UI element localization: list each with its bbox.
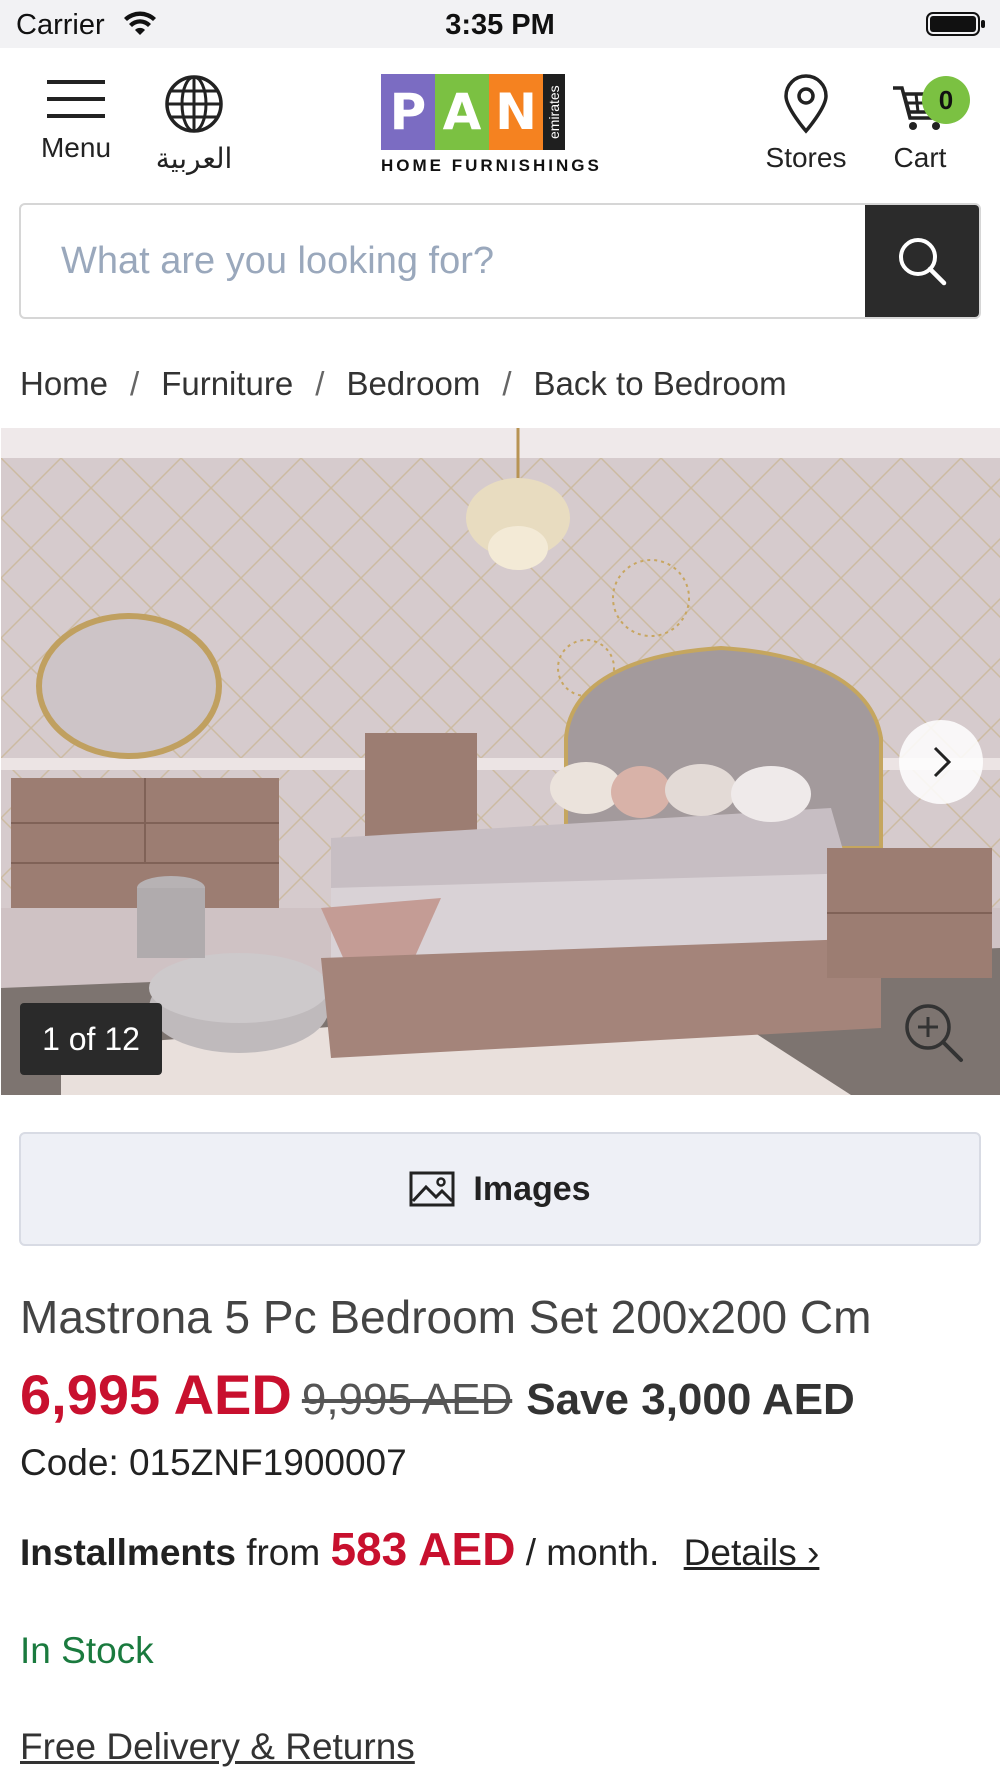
next-image-button[interactable] — [899, 720, 983, 804]
installment-amount: 583 AED — [330, 1523, 516, 1575]
product-photo-bedroom-set — [1, 428, 1000, 1095]
stock-status: In Stock — [20, 1630, 154, 1671]
logo-letter-p: P — [381, 74, 435, 150]
search-bar — [19, 203, 981, 319]
zoom-in-icon[interactable] — [901, 1000, 967, 1066]
logo-tagline: HOME FURNISHINGS — [381, 156, 602, 175]
installments-details-link[interactable]: Details › — [684, 1532, 820, 1573]
installments-row: Installments from 583 AED / month. Detai… — [20, 1522, 819, 1576]
logo-letter-a: A — [435, 74, 489, 150]
image-counter: 1 of 12 — [20, 1003, 162, 1075]
installments-per-month: / month. — [525, 1532, 660, 1573]
menu-button[interactable]: Menu — [30, 74, 122, 164]
breadcrumb-separator: / — [130, 365, 140, 402]
images-button-label: Images — [473, 1169, 591, 1208]
logo-blocks: P A N emirates — [381, 74, 621, 150]
language-label: العربية — [155, 143, 233, 174]
search-button[interactable] — [865, 205, 979, 317]
search-input[interactable] — [21, 205, 866, 317]
original-price: 9,995 AED — [301, 1375, 513, 1424]
status-time: 3:35 PM — [445, 9, 555, 41]
breadcrumb-back-to-bedroom[interactable]: Back to Bedroom — [534, 365, 787, 402]
cart-label: Cart — [893, 142, 947, 173]
menu-label: Menu — [40, 132, 112, 163]
breadcrumb-separator: / — [315, 365, 325, 402]
installments-from: from — [246, 1532, 321, 1573]
price-row: 6,995 AED 9,995 AED Save 3,000 AED — [20, 1362, 855, 1427]
logo-side-text: emirates — [543, 74, 565, 150]
stores-button[interactable]: Stores — [756, 74, 856, 174]
logo-letter-n: N — [489, 74, 543, 150]
image-icon — [409, 1171, 455, 1207]
installments-label: Installments — [20, 1532, 236, 1573]
app-header: Menu العربية P A N emirates HOME FURNISH… — [0, 48, 1000, 198]
product-code: Code: 015ZNF1900007 — [20, 1442, 407, 1483]
images-button[interactable]: Images — [19, 1132, 981, 1246]
cart-count-badge: 0 — [922, 76, 970, 124]
map-pin-icon — [784, 74, 828, 134]
battery-icon — [926, 12, 985, 36]
breadcrumb-home[interactable]: Home — [20, 365, 108, 402]
globe-icon — [165, 75, 223, 133]
free-delivery-link[interactable]: Free Delivery & Returns — [20, 1726, 415, 1768]
product-title: Mastrona 5 Pc Bedroom Set 200x200 Cm — [20, 1291, 872, 1343]
breadcrumb-separator: / — [502, 365, 512, 402]
status-bar: Carrier 3:35 PM — [0, 0, 1000, 48]
breadcrumb-bedroom[interactable]: Bedroom — [346, 365, 480, 402]
search-icon — [899, 238, 947, 286]
breadcrumb: Home / Furniture / Bedroom / Back to Bedroom — [20, 365, 787, 403]
pan-home-logo[interactable]: P A N emirates HOME FURNISHINGS — [381, 74, 621, 178]
cart-button[interactable]: Cart 0 — [870, 74, 970, 174]
language-switch-button[interactable]: العربية — [148, 74, 240, 175]
current-price: 6,995 AED — [20, 1363, 292, 1426]
stores-label: Stores — [765, 142, 847, 173]
hamburger-menu-icon — [47, 80, 105, 118]
product-image-gallery[interactable]: 1 of 12 — [1, 428, 1000, 1095]
savings-amount: Save 3,000 AED — [526, 1375, 855, 1424]
chevron-right-icon — [933, 746, 952, 778]
breadcrumb-furniture[interactable]: Furniture — [161, 365, 293, 402]
